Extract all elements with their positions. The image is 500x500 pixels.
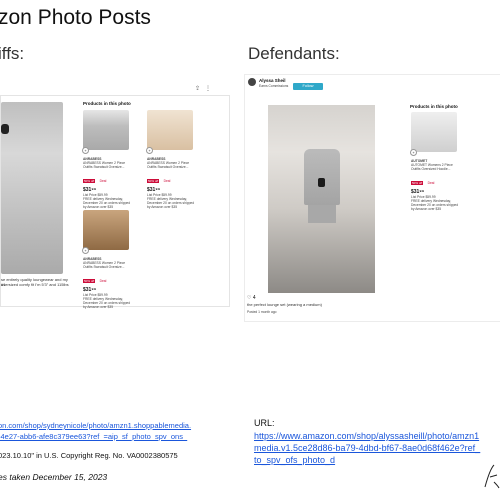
like-row[interactable]: ♡ 4 <box>247 295 256 301</box>
deal-label: Deal <box>99 179 107 183</box>
author-subtitle: Earns Commissions <box>259 84 289 88</box>
signature-mark <box>484 464 500 489</box>
like-count: 4 <box>252 295 256 301</box>
shorts-figure <box>308 205 336 223</box>
defendant-url-2[interactable]: media.v1.5ce28d86-ba79-4dbd-bf67-8ae0d68… <box>254 443 480 453</box>
delivery-info: FREE delivery Wednesday, December 20 on … <box>411 199 459 211</box>
delivery-info: FREE delivery Wednesday, December 20 on … <box>83 297 131 309</box>
screenshot-date: es taken December 15, 2023 <box>0 472 108 482</box>
posted-time: Posted 1 month ago <box>247 310 277 314</box>
plaintiff-url-1[interactable]: on.com/shop/sydneynicole/photo/amzn1.sho… <box>0 421 191 430</box>
copyright-registration: 023.10.10" in U.S. Copyright Reg. No. VA… <box>0 451 178 460</box>
plaintiff-url-2[interactable]: -4e27-abb6-afe8c379ee63?ref_=aip_sf_phot… <box>0 432 187 441</box>
discount-badge: 50% off <box>83 179 96 183</box>
product-name[interactable]: AUTOMET Womens 2 Piece Outfits Oversized… <box>411 163 459 171</box>
discount-badge: 50% off <box>83 279 96 283</box>
url-label: URL: <box>254 418 275 428</box>
product-card-3[interactable]: + ANRABESS ANRABESS Women 2 Piece Outfit… <box>82 210 131 309</box>
deal-label: Deal <box>163 179 171 183</box>
product-card-2[interactable]: + ANRABESS ANRABESS Women 2 Piece Outfit… <box>146 110 195 209</box>
author-name[interactable]: Alyssa Sheil <box>259 78 286 83</box>
plaintiff-screenshot: ⇪ ⋮ se entirely quality loungewear and m… <box>0 86 230 309</box>
product-image[interactable] <box>147 110 193 150</box>
delivery-info: FREE delivery Wednesday, December 20 on … <box>83 197 131 209</box>
more-options-icon[interactable]: ⋮ <box>205 85 211 92</box>
product-card-1[interactable]: + ANRABESS ANRABESS Women 2 Piece Outfit… <box>82 110 131 209</box>
add-icon[interactable]: + <box>82 247 89 254</box>
product-image[interactable] <box>83 210 129 250</box>
product-image[interactable] <box>411 112 457 152</box>
product-name[interactable]: ANRABESS Women 2 Piece Outfits Sweatsuit… <box>83 161 131 169</box>
products-heading: Products in this photo <box>410 104 458 109</box>
post-caption: the perfect lounge set (wearing a medium… <box>247 302 322 307</box>
delivery-info: FREE delivery Wednesday, December 20 on … <box>147 197 195 209</box>
defendants-heading: Defendants: <box>248 44 340 63</box>
product-name[interactable]: ANRABESS Women 2 Piece Outfits Sweatsuit… <box>147 161 195 169</box>
add-icon[interactable]: + <box>410 149 417 156</box>
plaintiffs-heading: iffs: <box>0 44 25 63</box>
slide-title: zon Photo Posts <box>0 6 151 29</box>
product-name[interactable]: ANRABESS Women 2 Piece Outfits Sweatsuit… <box>83 261 131 269</box>
phone-shape <box>1 124 9 134</box>
avatar[interactable] <box>248 78 256 86</box>
defendant-url-3[interactable]: to_spv_ofs_photo_d <box>254 455 335 465</box>
discount-badge: 50% off <box>411 181 424 185</box>
follow-button[interactable]: Follow <box>293 83 323 90</box>
plaintiff-photo[interactable] <box>1 102 63 274</box>
plaintiff-caption-2: oversized comfy fit I'm 5'3" and 115lbs <box>1 282 69 287</box>
products-heading: Products in this photo <box>83 101 131 106</box>
defendant-screenshot: Alyssa Sheil Earns Commissions Follow Pr… <box>244 74 500 322</box>
add-icon[interactable]: + <box>146 147 153 154</box>
share-icon[interactable]: ⇪ <box>195 85 200 92</box>
product-image[interactable] <box>83 110 129 150</box>
product-card[interactable]: + AUTOMET AUTOMET Womens 2 Piece Outfits… <box>410 112 459 211</box>
defendant-url-1[interactable]: https://www.amazon.com/shop/alyssasheill… <box>254 431 479 441</box>
deal-label: Deal <box>427 181 435 185</box>
phone-shape <box>318 178 325 187</box>
defendant-photo[interactable] <box>268 105 375 293</box>
hoodie-figure <box>304 149 340 205</box>
heart-icon[interactable]: ♡ <box>247 295 251 301</box>
add-icon[interactable]: + <box>82 147 89 154</box>
deal-label: Deal <box>99 279 107 283</box>
discount-badge: 50% off <box>147 179 160 183</box>
